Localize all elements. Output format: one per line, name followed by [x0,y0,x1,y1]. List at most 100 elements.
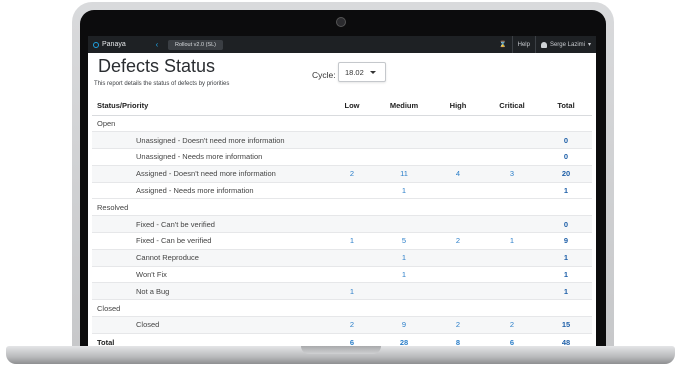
cycle-select[interactable]: 18.02 [338,62,386,82]
medium-count[interactable] [376,215,432,233]
col-header-total: Total [540,97,592,116]
status-label: Fixed - Can be verified [92,232,328,250]
critical-count[interactable]: 2 [484,316,540,334]
medium-count[interactable]: 1 [376,181,432,199]
total-low-count[interactable]: 6 [328,332,376,346]
camera-icon [337,18,345,26]
total-count[interactable]: 0 [540,215,592,233]
total-count[interactable]: 1 [540,265,592,283]
total-critical-count[interactable]: 6 [484,332,540,346]
table-row[interactable]: Not a Bug 1 1 [92,282,592,300]
low-count[interactable] [328,181,376,199]
table-header-row: Status/Priority Low Medium High Critical… [92,97,592,116]
table-row[interactable]: Unassigned - Doesn't need more informati… [92,131,592,149]
high-count[interactable] [432,181,484,199]
high-count[interactable]: 2 [432,316,484,334]
laptop-notch [301,346,381,354]
critical-count[interactable] [484,215,540,233]
low-count[interactable] [328,265,376,283]
critical-count[interactable] [484,181,540,199]
critical-count[interactable]: 3 [484,164,540,183]
total-label: Total [92,332,328,346]
table-row[interactable]: Fixed - Can be verified 1 5 2 1 9 [92,232,592,250]
hourglass-icon[interactable]: ⌛ [494,36,511,53]
medium-count[interactable]: 1 [376,265,432,283]
group-row: Resolved [92,198,592,216]
high-count[interactable]: 2 [432,232,484,250]
table-row[interactable]: Assigned - Needs more information 1 1 [92,181,592,199]
status-label: Unassigned - Needs more information [92,148,328,166]
total-count[interactable]: 9 [540,232,592,250]
page-subtitle: This report details the status of defect… [94,81,230,87]
brand-logo[interactable]: Panaya [88,41,150,48]
status-label: Closed [92,316,328,334]
total-high-count[interactable]: 8 [432,332,484,346]
user-name: Serge Lazimi [549,41,585,48]
status-label: Fixed - Can't be verified [92,215,328,233]
critical-count[interactable] [484,248,540,267]
cycle-value: 18.02 [345,67,364,77]
total-count[interactable]: 20 [540,164,592,183]
critical-count[interactable] [484,148,540,166]
status-label: Assigned - Doesn't need more information [92,164,328,183]
low-count[interactable] [328,131,376,149]
help-link[interactable]: Help [511,36,535,53]
high-count[interactable] [432,248,484,267]
status-label: Not a Bug [92,282,328,300]
total-count[interactable]: 1 [540,282,592,300]
low-count[interactable]: 1 [328,232,376,250]
page-title: Defects Status [98,56,216,76]
medium-count[interactable] [376,131,432,149]
defects-table: Status/Priority Low Medium High Critical… [92,97,592,346]
high-count[interactable] [432,265,484,283]
group-row: Open [92,114,592,132]
low-count[interactable]: 2 [328,316,376,334]
total-count[interactable]: 1 [540,181,592,199]
group-label: Open [92,114,592,132]
user-menu[interactable]: Serge Lazimi ▾ [534,36,596,53]
col-header-medium: Medium [376,97,432,116]
medium-count[interactable]: 5 [376,232,432,250]
table-row[interactable]: Assigned - Doesn't need more information… [92,164,592,183]
group-label: Closed [92,299,592,317]
low-count[interactable]: 2 [328,164,376,183]
group-row: Closed [92,299,592,317]
low-count[interactable] [328,148,376,166]
back-chevron-icon[interactable]: ‹ [150,40,164,49]
critical-count[interactable]: 1 [484,232,540,250]
table-row[interactable]: Cannot Reproduce 1 1 [92,248,592,267]
table-row[interactable]: Closed 2 9 2 2 15 [92,316,592,334]
medium-count[interactable]: 11 [376,164,432,183]
critical-count[interactable] [484,131,540,149]
col-header-critical: Critical [484,97,540,116]
critical-count[interactable] [484,282,540,300]
medium-count[interactable] [376,282,432,300]
total-count[interactable]: 0 [540,131,592,149]
low-count[interactable]: 1 [328,282,376,300]
high-count[interactable]: 4 [432,164,484,183]
report-header: Defects Status This report details the s… [88,53,596,97]
critical-count[interactable] [484,265,540,283]
total-count[interactable]: 15 [540,316,592,334]
high-count[interactable] [432,148,484,166]
medium-count[interactable] [376,148,432,166]
total-medium-count[interactable]: 28 [376,332,432,346]
table-row[interactable]: Unassigned - Needs more information 0 [92,148,592,166]
low-count[interactable] [328,248,376,267]
project-tab[interactable]: Rollout v2.0 (SL) [168,39,223,50]
medium-count[interactable]: 9 [376,316,432,334]
high-count[interactable] [432,215,484,233]
high-count[interactable] [432,131,484,149]
table-row[interactable]: Fixed - Can't be verified 0 [92,215,592,233]
status-label: Cannot Reproduce [92,248,328,267]
grand-total-count[interactable]: 48 [540,332,592,346]
low-count[interactable] [328,215,376,233]
group-label: Resolved [92,198,592,216]
high-count[interactable] [432,282,484,300]
total-count[interactable]: 0 [540,148,592,166]
total-count[interactable]: 1 [540,248,592,267]
table-row[interactable]: Won't Fix 1 1 [92,265,592,283]
medium-count[interactable]: 1 [376,248,432,267]
top-bar: Panaya ‹ Rollout v2.0 (SL) ⌛ Help Serge … [88,36,596,53]
col-header-high: High [432,97,484,116]
